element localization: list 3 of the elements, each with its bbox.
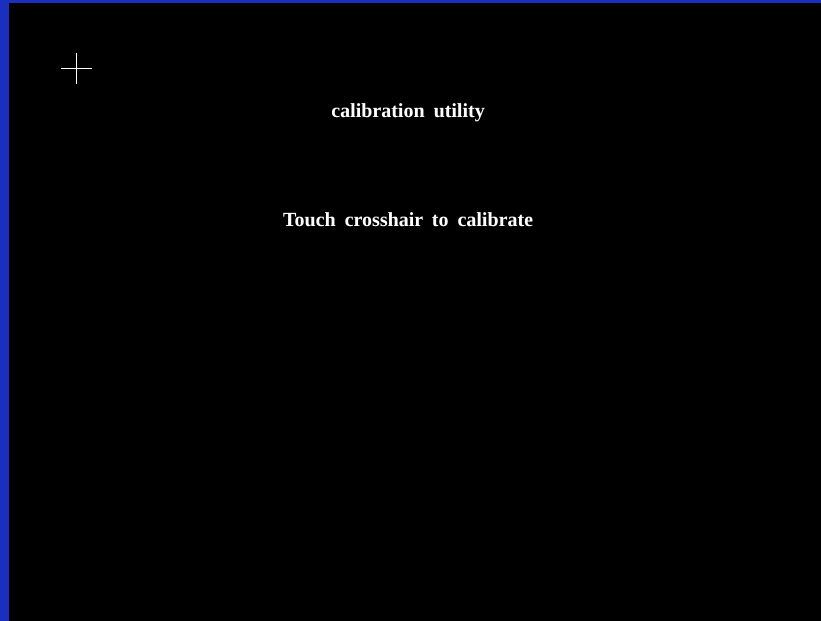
crosshair-icon[interactable] [61,53,92,84]
calibration-instruction: Touch crosshair to calibrate [283,209,533,232]
utility-title: calibration utility [331,100,485,123]
